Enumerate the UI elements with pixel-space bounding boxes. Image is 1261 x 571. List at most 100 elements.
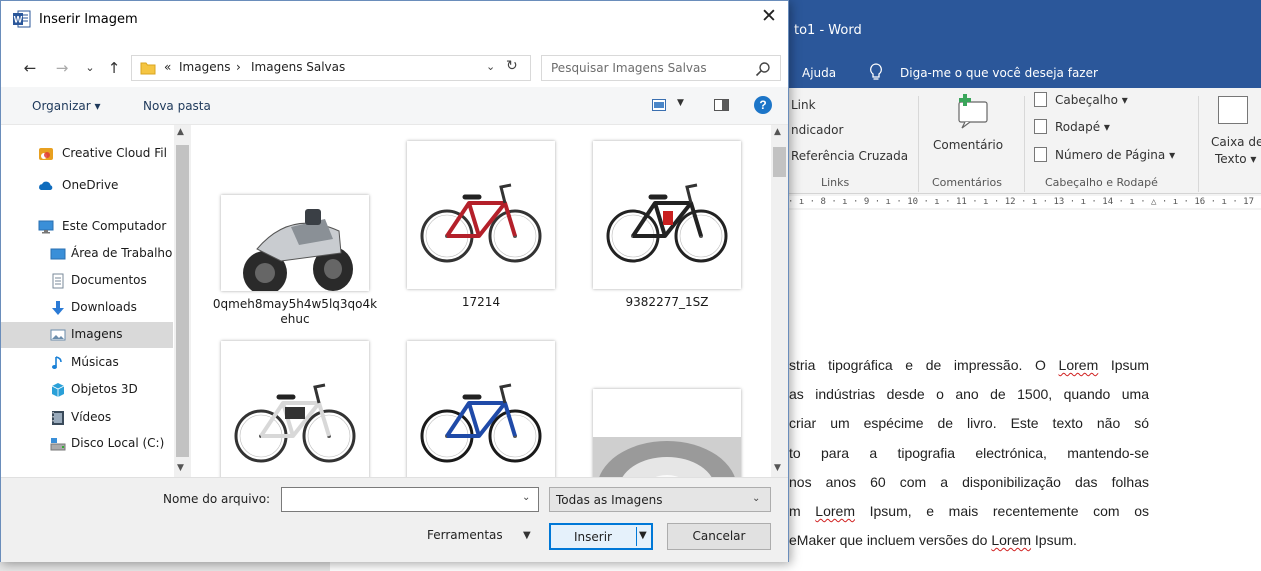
sidebar-item-documents[interactable]: Documentos <box>1 268 173 294</box>
preview-pane-icon[interactable] <box>714 99 729 111</box>
spelling-flag: Lorem <box>991 532 1032 549</box>
tell-me-search[interactable]: Diga-me o que você deseja fazer <box>900 66 1098 80</box>
page-number-button[interactable]: Número de Página ▾ <box>1055 148 1175 162</box>
sidebar-item-objects-3d[interactable]: Objetos 3D <box>1 377 173 403</box>
image-thumbnail[interactable] <box>593 389 741 477</box>
file-name-label: 0qmeh8may5h4w5lq3qo4kehuc <box>212 297 378 326</box>
document-text-line[interactable]: to para a tipografia electrónica, manten… <box>789 439 1149 468</box>
bookmark-button[interactable]: ndicador <box>791 123 843 137</box>
text-run: to para a tipografia electrónica, manten… <box>789 444 1149 461</box>
sidebar-item-creative-cloud[interactable]: Creative Cloud Fil <box>1 141 173 167</box>
document-text-line[interactable]: nos anos 60 com a disponibilização das f… <box>789 468 1149 497</box>
image-thumbnail[interactable] <box>221 195 369 291</box>
document-text-line[interactable]: m Lorem Ipsum, e mais recentemente com o… <box>789 497 1149 526</box>
sidebar-item-local-disk[interactable]: Disco Local (C:) <box>1 431 173 457</box>
file-name-input[interactable] <box>282 488 512 511</box>
lightbulb-icon <box>870 63 882 80</box>
dialog-footer: Nome do arquivo: ⌄ Todas as Imagens ⌄ Fe… <box>1 477 788 562</box>
scroll-down-arrow[interactable]: ▼ <box>177 463 184 473</box>
document-text-line[interactable]: eMaker que incluem versões do Lorem Ipsu… <box>789 526 1149 555</box>
text-box-button[interactable]: Caixa de <box>1211 135 1261 149</box>
tools-menu[interactable]: Ferramentas <box>427 528 503 542</box>
scroll-down-arrow[interactable]: ▼ <box>774 463 781 473</box>
text-run: Ipsum <box>1098 357 1149 373</box>
new-folder-button[interactable]: Nova pasta <box>143 99 211 113</box>
insert-options-dropdown[interactable]: ▼ <box>639 530 647 541</box>
image-thumbnail[interactable] <box>221 341 369 477</box>
cancel-button[interactable]: Cancelar <box>667 523 771 550</box>
file-type-filter[interactable]: Todas as Imagens ⌄ <box>549 487 771 512</box>
thumbnail-image <box>593 141 741 289</box>
sidebar-item-onedrive[interactable]: OneDrive <box>1 173 173 199</box>
new-comment-button[interactable]: Comentário <box>933 138 1003 152</box>
text-run: eMaker que incluem versões do <box>789 532 992 549</box>
recent-locations-dropdown[interactable]: ⌄ <box>81 59 99 77</box>
documents-icon <box>52 273 64 289</box>
back-button[interactable]: ← <box>21 59 39 77</box>
address-dropdown-icon[interactable]: ⌄ <box>486 60 495 73</box>
text-box-button-line2[interactable]: Texto ▾ <box>1215 152 1256 166</box>
nav-pane-scrollbar[interactable]: ▲ ▼ <box>174 125 191 477</box>
image-thumbnail[interactable] <box>407 341 555 477</box>
help-icon[interactable]: ? <box>754 96 772 114</box>
word-app-icon: W <box>13 10 31 28</box>
header-button[interactable]: Cabeçalho ▾ <box>1055 93 1128 107</box>
sidebar-item-label: Documentos <box>71 273 147 287</box>
sidebar-item-downloads[interactable]: Downloads <box>1 295 173 321</box>
change-view-dropdown[interactable]: ▼ <box>677 98 684 108</box>
close-button[interactable]: ✕ <box>749 1 789 33</box>
organize-menu[interactable]: Organizar ▾ <box>32 99 101 113</box>
forward-button[interactable]: → <box>53 59 71 77</box>
objects-3d-icon <box>51 383 65 397</box>
address-bar[interactable]: « Imagens › Imagens Salvas ⌄ ↻ <box>131 55 531 81</box>
image-thumbnail[interactable] <box>407 141 555 289</box>
footer-button[interactable]: Rodapé ▾ <box>1055 120 1110 134</box>
file-list: 9382277_1SZ 17214 0qmeh8may5h4w5lq3qo4ke… <box>191 125 788 477</box>
link-button[interactable]: Link <box>791 98 816 112</box>
videos-icon <box>52 411 64 425</box>
sidebar-item-music[interactable]: Músicas <box>1 350 173 376</box>
dialog-titlebar: W Inserir Imagem ✕ <box>1 1 788 49</box>
search-input[interactable] <box>543 57 747 79</box>
tools-dropdown-icon[interactable]: ▼ <box>523 530 531 541</box>
downloads-icon <box>52 301 64 315</box>
file-pane-scrollbar[interactable]: ▲ ▼ <box>771 125 788 477</box>
breadcrumb-imagens-salvas[interactable]: Imagens Salvas <box>251 60 345 74</box>
sidebar-item-desktop[interactable]: Área de Trabalho <box>1 241 173 267</box>
tab-help[interactable]: Ajuda <box>802 66 836 80</box>
chevron-down-icon[interactable]: ⌄ <box>522 492 530 503</box>
sidebar-item-computer[interactable]: Este Computador <box>1 214 173 240</box>
change-view-icon[interactable] <box>652 99 666 111</box>
breadcrumb-imagens[interactable]: Imagens <box>179 60 230 74</box>
comments-group-label: Comentários <box>932 176 1002 189</box>
ribbon-divider <box>918 96 919 192</box>
document-text-line[interactable]: stria tipográfica e de impressão. O Lore… <box>789 351 1149 380</box>
document-text-line[interactable]: as indústrias desde o ano de 1500, quand… <box>789 380 1149 409</box>
text-run: criar um espécime de livro. Este texto n… <box>789 415 1149 432</box>
thumbnail-image <box>221 195 369 291</box>
scroll-up-arrow[interactable]: ▲ <box>774 127 781 137</box>
ribbon-divider <box>1024 96 1025 192</box>
links-group-label: Links <box>821 176 850 189</box>
thumbnail-image <box>221 341 369 477</box>
spelling-flag: Lorem <box>815 502 855 519</box>
text-run: as indústrias desde o ano de 1500, quand… <box>789 386 1149 403</box>
scroll-up-arrow[interactable]: ▲ <box>177 127 184 137</box>
dialog-title: Inserir Imagem <box>39 12 138 27</box>
refresh-icon[interactable]: ↻ <box>506 58 518 74</box>
insert-button[interactable]: Inserir ▼ <box>549 523 653 550</box>
nav-scroll-thumb[interactable] <box>176 145 189 457</box>
header-footer-group-label: Cabeçalho e Rodapé <box>1045 176 1158 189</box>
sidebar-item-videos[interactable]: Vídeos <box>1 405 173 431</box>
document-body-text[interactable]: stria tipográfica e de impressão. O Lore… <box>789 351 1149 555</box>
sidebar-item-label: Objetos 3D <box>71 382 138 396</box>
thumbnail-image <box>407 141 555 289</box>
sidebar-item-pictures[interactable]: Imagens <box>1 322 173 348</box>
breadcrumb-overflow[interactable]: « <box>164 60 171 74</box>
file-scroll-thumb[interactable] <box>773 147 786 177</box>
search-icon[interactable] <box>755 61 771 77</box>
cross-reference-button[interactable]: Referência Cruzada <box>791 149 908 163</box>
document-text-line[interactable]: criar um espécime de livro. Este texto n… <box>789 409 1149 438</box>
image-thumbnail[interactable] <box>593 141 741 289</box>
up-button[interactable]: ↑ <box>105 59 123 77</box>
